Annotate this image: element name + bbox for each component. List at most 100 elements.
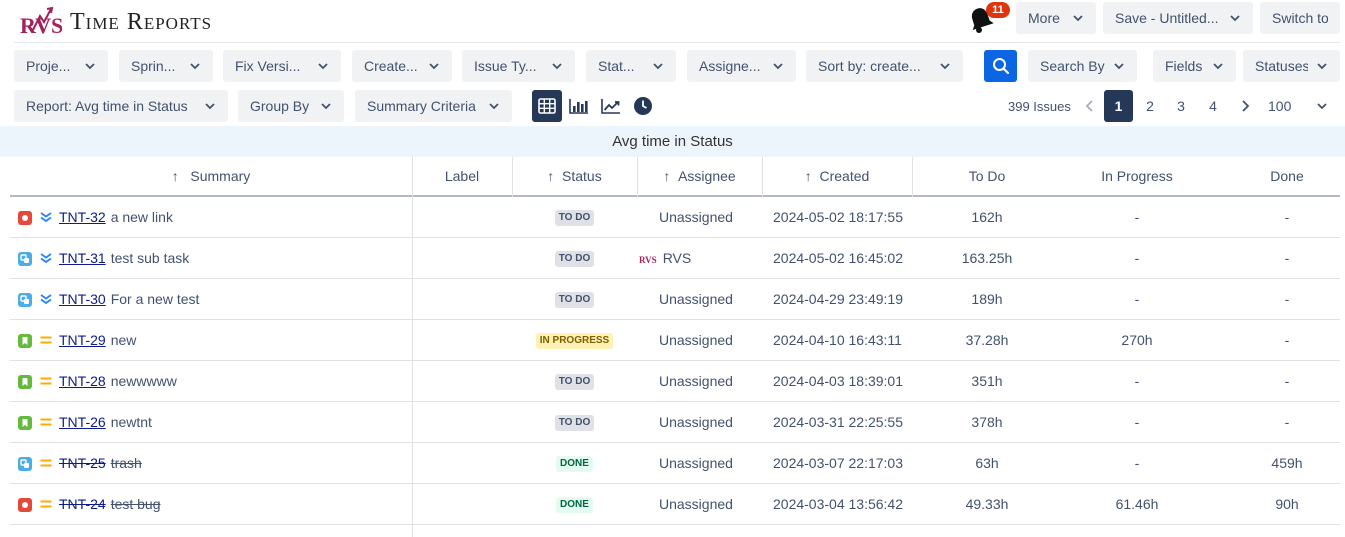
switch-to-button[interactable]: Switch to xyxy=(1260,2,1340,34)
bug-type-icon xyxy=(18,211,32,225)
column-divider xyxy=(512,157,513,197)
column-summary[interactable]: ↑ Summary xyxy=(10,157,412,195)
summary-cell: TNT-32 a new link xyxy=(59,197,409,237)
assignee-cell: Unassigned xyxy=(659,291,733,307)
page-2-button[interactable]: 2 xyxy=(1136,90,1164,122)
filter-created[interactable]: Create... xyxy=(352,50,452,82)
chevron-down-icon xyxy=(312,100,332,112)
priority-lowest-icon xyxy=(40,253,52,264)
next-page-button[interactable] xyxy=(1231,90,1259,122)
column-divider xyxy=(412,157,413,197)
issue-summary: test sub task xyxy=(110,250,190,266)
save-report-button[interactable]: Save - Untitled... xyxy=(1103,2,1253,34)
chevron-down-icon xyxy=(181,60,201,72)
in-progress-time-cell: - xyxy=(1134,209,1140,225)
column-done[interactable]: Done xyxy=(1212,157,1345,195)
group-by-dropdown[interactable]: Group By xyxy=(238,90,344,122)
status-cell: TO DO xyxy=(512,279,637,319)
done-time-cell: - xyxy=(1284,332,1290,348)
search-button[interactable] xyxy=(984,50,1017,82)
column-label[interactable]: Label xyxy=(412,157,512,195)
chevron-down-icon xyxy=(76,60,96,72)
status-cell: DONE xyxy=(512,443,637,483)
sort-by-dropdown[interactable]: Sort by: create... xyxy=(806,50,963,82)
priority-lowest-icon xyxy=(40,294,52,305)
table-row[interactable]: TNT-28 newwwww TO DO Unassigned 2024-04-03 1… xyxy=(10,361,1340,402)
done-time-cell: - xyxy=(1284,291,1290,307)
label-cell xyxy=(412,320,512,360)
issue-key-link[interactable]: TNT-30 xyxy=(59,291,106,307)
more-button[interactable]: More xyxy=(1016,2,1096,34)
column-assignee[interactable]: ↑ Assignee xyxy=(637,157,762,195)
priority-medium-icon xyxy=(40,459,52,467)
grid-icon xyxy=(538,98,556,114)
page-3-button[interactable]: 3 xyxy=(1167,90,1195,122)
status-badge: TO DO xyxy=(554,210,595,227)
column-in-progress[interactable]: In Progress xyxy=(1062,157,1212,195)
table-row[interactable]: TNT-32 a new link TO DO Unassigned 2024-05-0… xyxy=(10,197,1340,238)
table-row[interactable]: TNT-29 new IN PROGRESS Unassigned 2024-04-10… xyxy=(10,320,1340,361)
chevron-down-icon xyxy=(543,60,563,72)
grid-view-button[interactable] xyxy=(532,90,562,122)
issue-key-link[interactable]: TNT-29 xyxy=(59,332,106,348)
table-row[interactable]: TNT-25 trash DONE Unassigned 2024-03-07 22:1… xyxy=(10,443,1340,484)
page-size-dropdown[interactable]: 100 xyxy=(1262,90,1334,122)
filter-project[interactable]: Proje... xyxy=(14,50,108,82)
time-view-button[interactable] xyxy=(628,90,658,122)
time-reports-app: RVS Time Reports 11 More Save - Untitled… xyxy=(0,0,1345,537)
table-row[interactable]: TNT-24 test bug DONE Unassigned 2024-03-04 1… xyxy=(10,484,1340,525)
column-created[interactable]: ↑ Created xyxy=(762,157,912,195)
summary-criteria-dropdown[interactable]: Summary Criteria xyxy=(355,90,512,122)
issue-summary: newwwww xyxy=(110,373,177,389)
issue-key-link[interactable]: TNT-26 xyxy=(59,414,106,430)
column-todo[interactable]: To Do xyxy=(912,157,1062,195)
line-chart-view-button[interactable] xyxy=(596,90,626,122)
statuses-dropdown[interactable]: Statuses xyxy=(1243,50,1340,82)
issue-key-link[interactable]: TNT-32 xyxy=(59,209,106,225)
search-by-dropdown[interactable]: Search By xyxy=(1028,50,1137,82)
column-status[interactable]: ↑ Status xyxy=(512,157,637,195)
filter-issue-type[interactable]: Issue Ty... xyxy=(462,50,575,82)
issue-key-link[interactable]: TNT-28 xyxy=(59,373,106,389)
label-cell xyxy=(412,361,512,401)
issue-key-link[interactable]: TNT-25 xyxy=(59,455,106,471)
issue-summary: new xyxy=(110,332,137,348)
report-type-dropdown[interactable]: Report: Avg time in Status xyxy=(14,90,228,122)
in-progress-time-cell: 270h xyxy=(1121,332,1153,348)
app-title: Time Reports xyxy=(70,8,213,35)
issue-key-link[interactable]: TNT-24 xyxy=(59,496,106,512)
chevron-right-icon xyxy=(1242,100,1250,112)
report-title: Avg time in Status xyxy=(0,126,1345,157)
prev-page-button[interactable] xyxy=(1076,90,1104,122)
todo-time-cell: 37.28h xyxy=(965,332,1009,348)
page-4-button[interactable]: 4 xyxy=(1199,90,1227,122)
chevron-down-icon xyxy=(764,60,784,72)
chevron-down-icon xyxy=(1105,60,1125,72)
report-table: ↑ Summary Label ↑ Status ↑ Assignee ↑ Cr… xyxy=(10,157,1340,537)
table-row[interactable]: TNT-26 newtnt TO DO Unassigned 2024-03-31 22… xyxy=(10,402,1340,443)
priority-medium-icon xyxy=(40,377,52,385)
filter-assignee[interactable]: Assigne... xyxy=(687,50,796,82)
chevron-down-icon xyxy=(1308,60,1328,72)
table-row[interactable]: TNT-30 For a new test TO DO Unassigned 2024-… xyxy=(10,279,1340,320)
filter-status[interactable]: Stat... xyxy=(586,50,676,82)
filter-fix-version[interactable]: Fix Versi... xyxy=(223,50,341,82)
summary-cell: TNT-26 newtnt xyxy=(59,402,409,442)
column-divider xyxy=(912,157,913,197)
bug-type-icon xyxy=(18,498,32,512)
search-icon xyxy=(992,58,1009,75)
assignee-cell: Unassigned xyxy=(659,332,733,348)
sort-asc-icon: ↑ xyxy=(804,168,812,184)
status-badge: TO DO xyxy=(554,251,595,268)
table-row[interactable]: TNT-31 test sub task TO DO RVS RVS 2024-05-02… xyxy=(10,238,1340,279)
fields-dropdown[interactable]: Fields xyxy=(1153,50,1236,82)
issues-count: 399 Issues xyxy=(1008,99,1071,114)
bar-chart-view-button[interactable] xyxy=(564,90,594,122)
issue-key-link[interactable]: TNT-31 xyxy=(59,250,106,266)
filter-sprint[interactable]: Sprin... xyxy=(119,50,213,82)
label-cell xyxy=(412,197,512,237)
page-1-button[interactable]: 1 xyxy=(1104,90,1133,122)
in-progress-time-cell: - xyxy=(1134,414,1140,430)
story-type-icon xyxy=(18,416,32,430)
summary-cell: TNT-24 test bug xyxy=(59,484,409,524)
